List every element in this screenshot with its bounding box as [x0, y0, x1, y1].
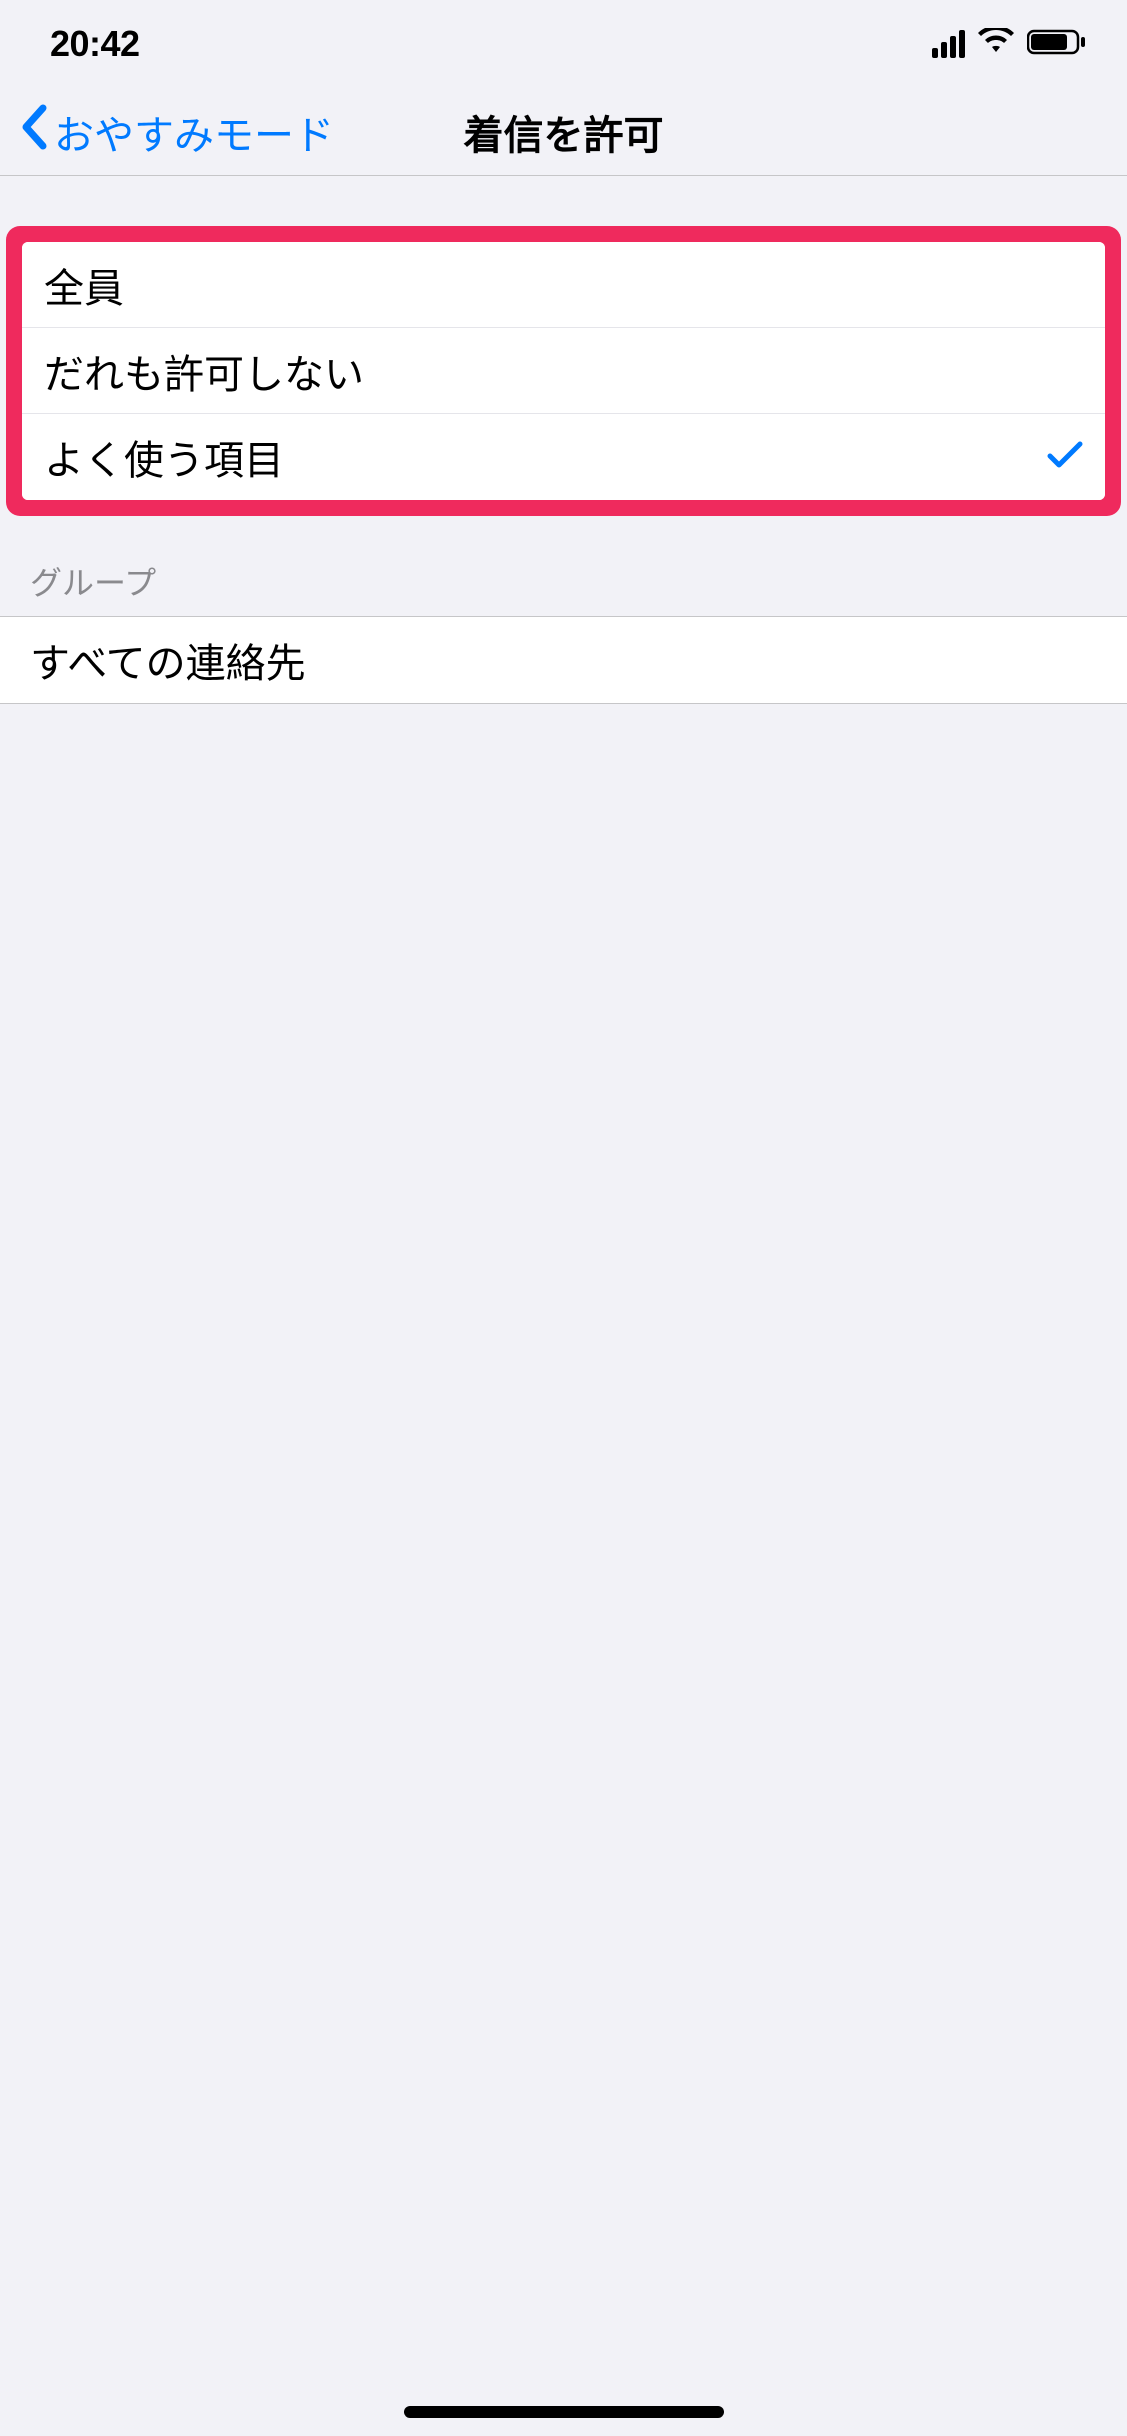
wifi-icon [977, 28, 1015, 61]
group-item-label: すべての連絡先 [30, 631, 306, 689]
status-bar: 20:42 [0, 0, 1127, 88]
navigation-bar: おやすみモード 着信を許可 [0, 88, 1127, 176]
back-label: おやすみモード [54, 103, 334, 161]
option-label: 全員 [44, 256, 124, 314]
status-time: 20:42 [50, 23, 140, 65]
option-everyone[interactable]: 全員 [22, 242, 1105, 328]
group-all-contacts[interactable]: すべての連絡先 [0, 617, 1127, 703]
back-button[interactable]: おやすみモード [20, 103, 334, 161]
cellular-signal-icon [932, 30, 965, 58]
highlighted-options-box: 全員 だれも許可しない よく使う項目 [6, 226, 1121, 516]
option-label: よく使う項目 [44, 428, 284, 486]
option-no-one[interactable]: だれも許可しない [22, 328, 1105, 414]
checkmark-icon [1047, 439, 1083, 476]
chevron-left-icon [20, 104, 50, 160]
home-indicator[interactable] [404, 2406, 724, 2418]
option-label: だれも許可しない [44, 342, 364, 400]
battery-icon [1027, 28, 1087, 61]
group-section-header: グループ [0, 516, 1127, 616]
page-title: 着信を許可 [464, 103, 664, 161]
option-favorites[interactable]: よく使う項目 [22, 414, 1105, 500]
group-list: すべての連絡先 [0, 616, 1127, 704]
allow-calls-options-list: 全員 だれも許可しない よく使う項目 [22, 242, 1105, 500]
status-icons [932, 28, 1087, 61]
